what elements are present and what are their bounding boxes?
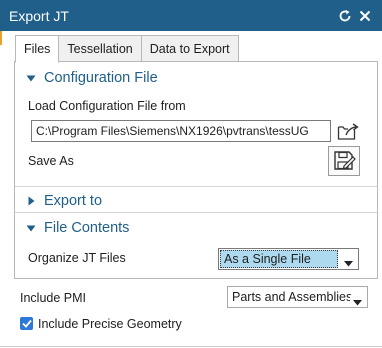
dialog-bottom-border: [0, 346, 382, 347]
include-precise-geometry-label[interactable]: Include Precise Geometry: [38, 317, 182, 331]
save-as-icon: [334, 151, 356, 170]
checkmark-icon: [21, 319, 32, 328]
include-pmi-dropdown[interactable]: Parts and Assemblies: [227, 286, 368, 308]
window-edge-marker: [0, 31, 2, 45]
tab-bar: Files Tessellation Data to Export: [15, 35, 239, 63]
tab-files-label: Files: [24, 42, 51, 56]
close-icon[interactable]: [356, 6, 374, 26]
chevron-down-icon: [25, 75, 37, 82]
export-to-title: Export to: [44, 193, 103, 209]
tab-tessellation-label: Tessellation: [67, 41, 133, 56]
dropdown-arrow-icon: [344, 256, 353, 270]
files-panel: Configuration File Load Configuration Fi…: [14, 61, 378, 279]
export-to-section-header[interactable]: Export to: [25, 193, 102, 209]
configuration-file-title: Configuration File: [44, 70, 158, 86]
section-divider: [15, 212, 377, 213]
file-contents-title: File Contents: [44, 220, 130, 236]
tab-data-to-export-label: Data to Export: [149, 41, 230, 56]
include-precise-geometry-checkbox[interactable]: [20, 317, 33, 330]
save-as-button[interactable]: [328, 146, 360, 176]
organize-jt-files-dropdown[interactable]: As a Single File: [218, 248, 359, 270]
include-pmi-value: Parts and Assemblies: [232, 290, 353, 304]
configuration-file-section-header[interactable]: Configuration File: [25, 70, 158, 86]
reset-icon[interactable]: [336, 6, 354, 26]
dropdown-arrow-icon: [350, 295, 362, 307]
configuration-path-input[interactable]: C:\Program Files\Siemens\NX1926\pvtrans\…: [31, 120, 331, 142]
file-contents-section-header[interactable]: File Contents: [25, 220, 129, 236]
tab-data-to-export[interactable]: Data to Export: [141, 35, 239, 62]
open-folder-button[interactable]: [336, 120, 360, 142]
window-title: Export JT: [9, 7, 69, 24]
organize-jt-files-label: Organize JT Files: [28, 251, 126, 265]
load-configuration-label: Load Configuration File from: [28, 99, 186, 113]
open-folder-icon: [337, 123, 359, 140]
include-pmi-label: Include PMI: [20, 291, 87, 305]
organize-jt-files-value: As a Single File: [220, 250, 338, 268]
tab-files[interactable]: Files: [15, 35, 60, 63]
save-as-label: Save As: [28, 154, 74, 168]
tab-tessellation[interactable]: Tessellation: [59, 35, 142, 62]
section-divider: [15, 186, 377, 187]
chevron-right-icon: [25, 196, 37, 206]
title-bar: Export JT: [0, 0, 382, 31]
chevron-down-icon: [25, 225, 37, 232]
